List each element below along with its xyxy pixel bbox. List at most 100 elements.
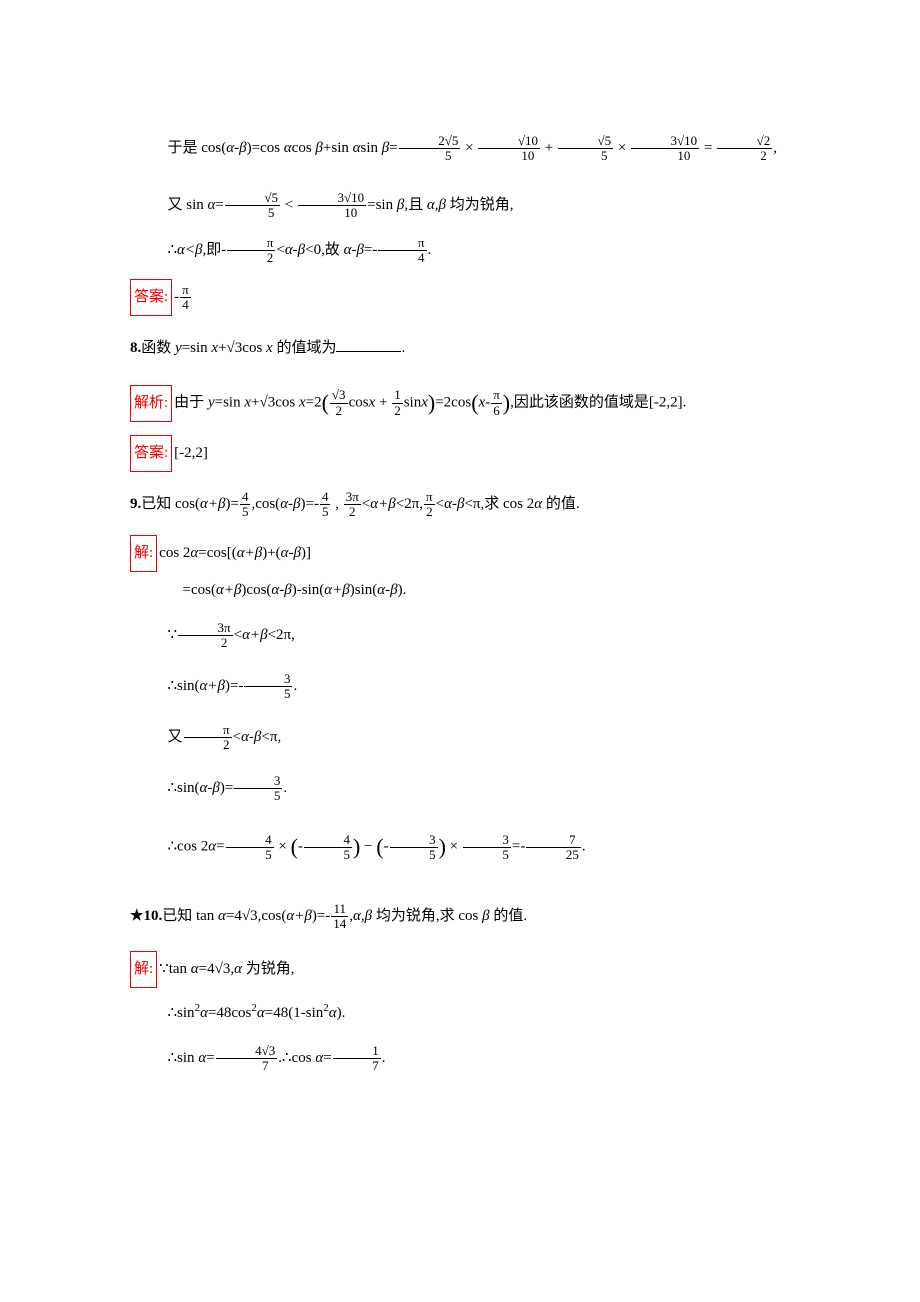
txt: ∴sin( xyxy=(168,780,200,796)
p8-question: 8.函数 y=sin x+√3cos x 的值域为. xyxy=(130,332,790,365)
beta: β xyxy=(482,908,489,924)
txt: =2cos xyxy=(435,395,471,411)
apb: α+β xyxy=(242,627,267,643)
y: y xyxy=(208,395,215,411)
amb: α-β xyxy=(241,729,261,745)
solution-label: 解: xyxy=(130,535,157,572)
apb: α+β xyxy=(216,582,241,598)
txt: <2π, xyxy=(268,627,295,643)
amb: α-β xyxy=(200,780,220,796)
txt: =48(1-sin xyxy=(265,1005,323,1021)
txt: = xyxy=(216,839,224,855)
alpha: α xyxy=(329,1005,337,1021)
p10-sol-2: ∴sin2α=48cos2α=48(1-sin2α). xyxy=(130,996,790,1030)
x: x xyxy=(421,395,428,411)
txt: )= xyxy=(220,780,233,796)
q-number: 9. xyxy=(130,496,141,512)
eq: = xyxy=(700,140,716,156)
lt: < xyxy=(234,627,242,643)
neg: - xyxy=(174,289,179,305)
neg: - xyxy=(384,839,389,855)
sin: sin xyxy=(404,395,422,411)
txt: ∴cos 2 xyxy=(168,839,209,855)
frac: √1010 xyxy=(478,134,540,164)
frac: 45 xyxy=(226,833,274,863)
frac: 12 xyxy=(392,388,403,418)
answer-label: 答案: xyxy=(130,279,172,316)
txt: cos xyxy=(292,140,316,156)
frac: 45 xyxy=(240,490,251,520)
p8-analysis: 解析:由于 y=sin x+√3cos x=2(√32cosx + 12sinx… xyxy=(130,379,790,427)
because: ∵ xyxy=(168,627,178,643)
times: × xyxy=(614,140,630,156)
alpha: α xyxy=(198,1050,206,1066)
x: x xyxy=(299,395,306,411)
txt: ∴sin( xyxy=(168,678,200,694)
frac: 3π2 xyxy=(178,621,233,651)
sqrt3: √3 xyxy=(242,908,258,924)
times: × xyxy=(446,839,462,855)
rel: α<β xyxy=(177,242,202,258)
p7-line3: ∴α<β,即-π2<α-β<0,故 α-β=-π4. xyxy=(130,234,790,267)
plus: + xyxy=(375,395,391,411)
txt: . xyxy=(428,242,432,258)
txt: cos xyxy=(242,340,266,356)
frac: 3π2 xyxy=(344,490,361,520)
frac: 3√1010 xyxy=(298,191,366,221)
txt: )=- xyxy=(225,678,243,694)
txt: )sin( xyxy=(350,582,378,598)
alpha: α xyxy=(353,140,361,156)
star-icon: ★ xyxy=(130,908,143,924)
p10-question: ★10.已知 tan α=4√3,cos(α+β)=-1114,α,β 均为锐角… xyxy=(130,900,790,933)
neg: - xyxy=(298,839,303,855)
p9-sol-7: ∴cos 2α=45 × (-45) − (-35) × 35=-725. xyxy=(130,823,790,871)
rparen: ) xyxy=(439,834,446,859)
txt: 的值域为 xyxy=(273,340,337,356)
lparen: ( xyxy=(291,834,298,859)
x: x xyxy=(266,340,273,356)
txt: =4 xyxy=(226,908,242,924)
frac: 725 xyxy=(526,833,581,863)
frac: 17 xyxy=(333,1044,381,1074)
txt: = xyxy=(206,1050,214,1066)
amb: α-β xyxy=(377,582,397,598)
alpha: α xyxy=(218,908,226,924)
alpha: α xyxy=(257,1005,265,1021)
txt: ). xyxy=(337,1005,346,1021)
txt: <2π, xyxy=(396,496,423,512)
txt: .∴cos xyxy=(278,1050,315,1066)
txt: 又 sin xyxy=(168,197,208,213)
amb: α-β xyxy=(280,496,300,512)
txt: =2 xyxy=(306,395,322,411)
therefore: ∴ xyxy=(168,242,178,258)
times: × xyxy=(461,140,477,156)
p7-line2: 又 sin α=√55 < 3√1010=sin β,且 α,β 均为锐角, xyxy=(130,189,790,222)
apb: α+β xyxy=(324,582,349,598)
txt: cos 2 xyxy=(159,545,190,561)
txt: ∴sin xyxy=(168,1050,199,1066)
txt: = xyxy=(389,140,397,156)
p8-answer: 答案:[-2,2] xyxy=(130,435,790,472)
txt: 均为锐角, xyxy=(446,197,514,213)
txt: )+( xyxy=(262,545,280,561)
txt: )-sin( xyxy=(292,582,325,598)
txt: 于是 cos( xyxy=(168,140,227,156)
txt: =- xyxy=(364,242,377,258)
comma: , xyxy=(331,496,342,512)
txt: <0,故 xyxy=(305,242,343,258)
txt: ,即- xyxy=(203,242,227,258)
frac: π2 xyxy=(184,723,232,753)
txt: )=cos xyxy=(247,140,284,156)
txt: 的值. xyxy=(490,908,528,924)
txt: . xyxy=(401,340,405,356)
txt: 均为锐角,求 cos xyxy=(372,908,482,924)
txt: 的值. xyxy=(542,496,580,512)
txt: cos xyxy=(275,395,299,411)
solution-label: 解: xyxy=(130,951,157,988)
lparen: ( xyxy=(322,390,329,415)
alpha: α xyxy=(191,961,199,977)
txt: ∵tan xyxy=(159,961,191,977)
txt: =sin xyxy=(215,395,245,411)
frac: √55 xyxy=(558,134,613,164)
frac: 35 xyxy=(390,833,438,863)
